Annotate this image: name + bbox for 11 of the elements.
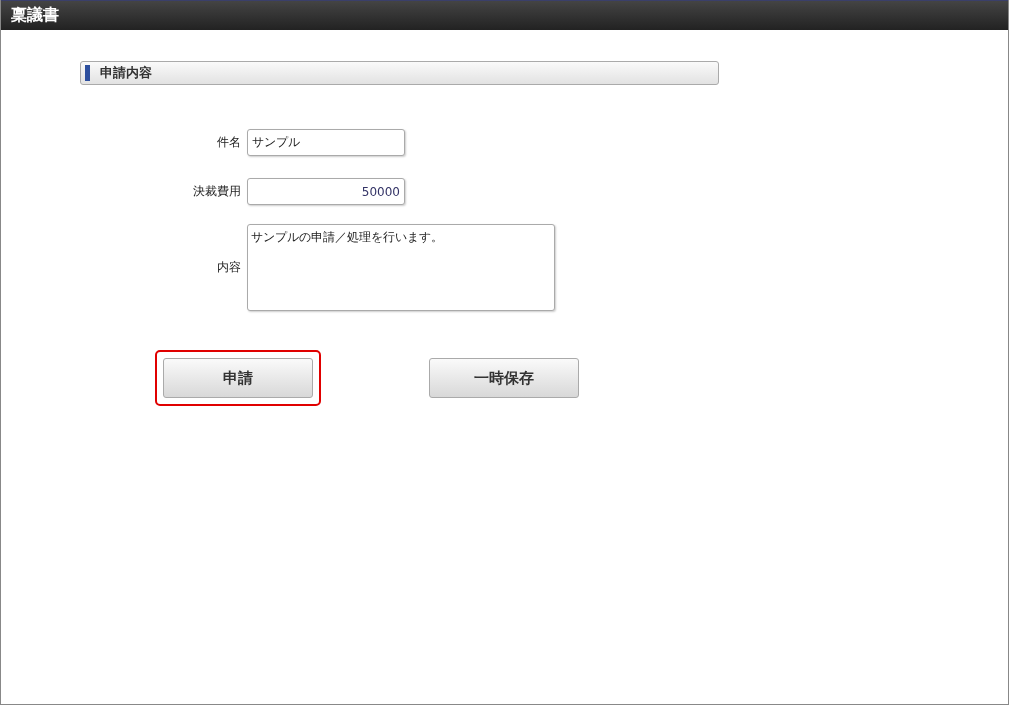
textarea-field[interactable]: サンプルの申請／処理を行います。 xyxy=(247,224,555,311)
section-title: 申請内容 xyxy=(100,64,152,82)
section-accent-bar xyxy=(85,65,90,81)
text-field[interactable]: 50000 xyxy=(247,178,405,205)
save-draft-button[interactable]: 一時保存 xyxy=(429,358,579,398)
field-label: 件名 xyxy=(216,134,242,151)
text-field[interactable]: サンプル xyxy=(247,129,405,156)
window-title: 稟議書 xyxy=(11,5,59,26)
field-label: 内容 xyxy=(216,259,242,276)
submit-button[interactable]: 申請 xyxy=(163,358,313,398)
field-label: 決裁費用 xyxy=(192,183,242,200)
